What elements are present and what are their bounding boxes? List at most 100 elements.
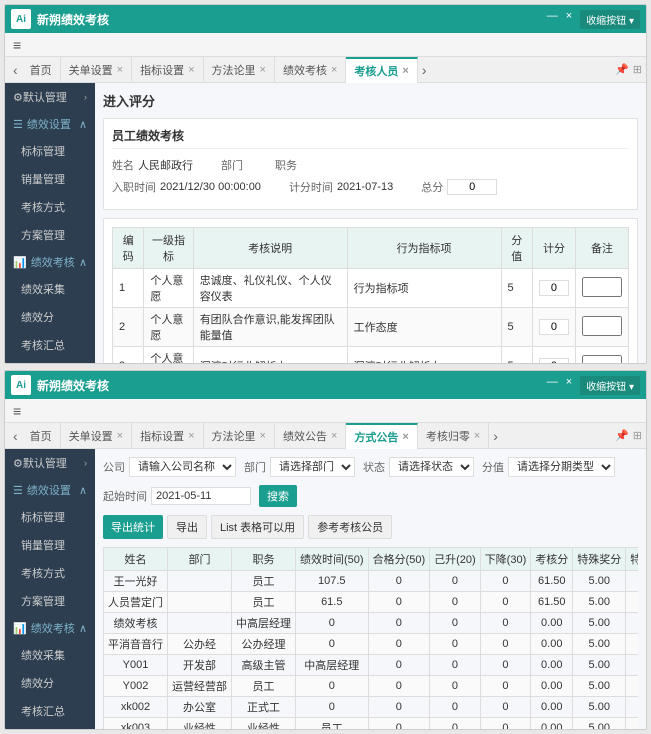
tab-2-1[interactable]: 关单设置 × — [61, 423, 132, 449]
minimize-btn-1[interactable]: — — [547, 10, 558, 29]
tab-pin-1[interactable]: 📌 — [615, 63, 629, 76]
table-cell: 员工 — [232, 592, 296, 613]
sidebar-item-fangan-2[interactable]: 方案管理 — [5, 587, 95, 615]
score-calc-input[interactable] — [539, 280, 569, 296]
tab-close-2-2[interactable]: × — [188, 430, 194, 442]
tab-prev-2[interactable]: ‹ — [9, 428, 22, 444]
sidebar-item-biaobiao-1[interactable]: 标标管理 — [5, 137, 95, 165]
sidebar-item-jixiaofen-2[interactable]: 绩效分 — [5, 669, 95, 697]
tab-pin-2[interactable]: 📌 — [615, 429, 629, 442]
close-btn-1[interactable]: × — [566, 10, 572, 29]
sidebar-item-xiaoliang-1[interactable]: 销量管理 — [5, 165, 95, 193]
date-search-input-2[interactable] — [151, 487, 251, 505]
tab-close-1-4[interactable]: × — [331, 64, 337, 76]
tab-1-2[interactable]: 指标设置 × — [132, 57, 203, 83]
remark-textarea[interactable] — [582, 277, 622, 297]
score-calc-input[interactable] — [539, 319, 569, 335]
export-stat-btn-2[interactable]: 导出统计 — [103, 515, 163, 539]
tab-close-1-3[interactable]: × — [260, 64, 266, 76]
table-cell: 0.00 — [626, 655, 638, 676]
sidebar-item-kaohejl-2[interactable]: 考核记录 — [5, 725, 95, 729]
tab-1-1[interactable]: 关单设置 × — [61, 57, 132, 83]
tab-prev-1[interactable]: ‹ — [9, 62, 22, 78]
tab-close-2-1[interactable]: × — [117, 430, 123, 442]
tab-home-2[interactable]: 首页 — [22, 423, 61, 449]
cell-desc: 深渡对行业解析力 — [193, 347, 347, 364]
tab-1-4[interactable]: 绩效考核 × — [275, 57, 346, 83]
tab-close-2-6[interactable]: × — [474, 430, 480, 442]
tab-close-1-2[interactable]: × — [188, 64, 194, 76]
tab-close-1-5[interactable]: × — [402, 65, 408, 77]
cell-behavior: 深渡对行业解析力 — [347, 347, 501, 364]
tab-expand-2[interactable]: ⊞ — [633, 429, 642, 442]
dept-search-select-2[interactable]: 请选择部门 — [270, 457, 355, 477]
sidebar-group-perf-settings-1[interactable]: ☰ 绩效设置 ∧ — [5, 111, 95, 137]
tab-1-3[interactable]: 方法论里 × — [204, 57, 275, 83]
sidebar-item-fangan-1[interactable]: 方案管理 — [5, 221, 95, 249]
tab-next-2[interactable]: › — [489, 428, 502, 444]
btn-group-2: 导出统计 导出 List 表格可以用 参考考核公员 — [103, 515, 638, 539]
tab-close-1-1[interactable]: × — [117, 64, 123, 76]
table-cell: xk003 — [104, 718, 168, 730]
sidebar-group-jixiao-1[interactable]: 📊 绩效考核 ∧ — [5, 249, 95, 275]
tab-close-2-3[interactable]: × — [260, 430, 266, 442]
sidebar-item-xiaoliang-2[interactable]: 销量管理 — [5, 531, 95, 559]
tab-next-1[interactable]: › — [418, 62, 431, 78]
sidebar-item-kaohe-1[interactable]: 考核方式 — [5, 193, 95, 221]
table-row: 1 个人意愿 忠诚度、礼仪礼仪、个人仪容仪表 行为指标项 5 — [113, 269, 629, 308]
tab-2-5[interactable]: 方式公告 × — [346, 423, 417, 449]
sidebar-item-biaobiao-2[interactable]: 标标管理 — [5, 503, 95, 531]
list-use-btn-2[interactable]: List 表格可以用 — [211, 515, 304, 539]
menu-icon-2[interactable]: ≡ — [13, 403, 21, 419]
table-header: 己升(20) — [430, 548, 481, 571]
remark-textarea[interactable] — [582, 355, 622, 364]
export-btn-2[interactable]: 导出 — [167, 515, 207, 539]
close-btn-2[interactable]: × — [566, 376, 572, 395]
sidebar-item-jixiaofen-1[interactable]: 绩效分 — [5, 303, 95, 331]
sidebar-item-kaohejl-1[interactable]: 考核记录 — [5, 359, 95, 363]
tab-expand-1[interactable]: ⊞ — [633, 63, 642, 76]
table-header: 合格分(50) — [368, 548, 430, 571]
status-search-select-2[interactable]: 请选择状态 — [389, 457, 474, 477]
table-cell: 0.00 — [626, 718, 638, 730]
cell-remark — [575, 347, 628, 364]
tab-2-2[interactable]: 指标设置 × — [132, 423, 203, 449]
tab-2-6[interactable]: 考核归零 × — [418, 423, 489, 449]
table-cell: 0.00 — [531, 676, 573, 697]
score-calc-input[interactable] — [539, 358, 569, 363]
sidebar-item-jixiao-collect-1[interactable]: 绩效采集 — [5, 275, 95, 303]
sidebar-item-default-2[interactable]: ⚙ 默认管理 › — [5, 449, 95, 477]
toolbar-1: ≡ — [5, 33, 646, 57]
company-search-select-2[interactable]: 请输入公司名称 — [129, 457, 236, 477]
user-menu-2[interactable]: 收缩按钮 ▾ — [580, 376, 640, 395]
sidebar-item-kaohe-2[interactable]: 考核方式 — [5, 559, 95, 587]
sidebar-item-kaohehz-1[interactable]: 考核汇总 — [5, 331, 95, 359]
tab-home-1[interactable]: 首页 — [22, 57, 61, 83]
total-input-1[interactable] — [447, 179, 497, 195]
menu-icon-1[interactable]: ≡ — [13, 37, 21, 53]
minimize-btn-2[interactable]: — — [547, 376, 558, 395]
content-2: 公司 请输入公司名称 部门 请选择部门 状态 请选择状态 — [95, 449, 646, 729]
search-button-2[interactable]: 搜索 — [259, 485, 297, 507]
sidebar-2: ⚙ 默认管理 › ☰ 绩效设置 ∧ 标标管理 销量管理 考核方式 方案管理 — [5, 449, 95, 729]
sidebar-group-jixiao-2[interactable]: 📊 绩效考核 ∧ — [5, 615, 95, 641]
user-menu-1[interactable]: 收缩按钮 ▾ — [580, 10, 640, 29]
tab-close-2-4[interactable]: × — [331, 430, 337, 442]
table-header: 下降(30) — [480, 548, 531, 571]
sidebar-group-perf-settings-2[interactable]: ☰ 绩效设置 ∧ — [5, 477, 95, 503]
tab-close-2-5[interactable]: × — [402, 431, 408, 443]
tab-2-4[interactable]: 绩效公告 × — [275, 423, 346, 449]
remark-textarea[interactable] — [582, 316, 622, 336]
form-card-1: 员工绩效考核 姓名 人民邮政行 部门 职务 — [103, 118, 638, 210]
tab-2-3[interactable]: 方法论里 × — [204, 423, 275, 449]
sidebar-item-jixiao-collect-2[interactable]: 绩效采集 — [5, 641, 95, 669]
tab-bar-1: ‹ 首页 关单设置 × 指标设置 × 方法论里 × 绩效考核 × 考核人员 × … — [5, 57, 646, 83]
period-search-select-2[interactable]: 请选择分期类型 — [508, 457, 615, 477]
sidebar-item-default-1[interactable]: ⚙ 默认管理 › — [5, 83, 95, 111]
table-cell: 0 — [480, 676, 531, 697]
ref-kaohe-btn-2[interactable]: 参考考核公员 — [308, 515, 392, 539]
sidebar-item-kaohehz-2[interactable]: 考核汇总 — [5, 697, 95, 725]
tab-1-5[interactable]: 考核人员 × — [346, 57, 417, 83]
group-arrow2-1: ∧ — [79, 256, 87, 269]
table-cell: 0 — [368, 718, 430, 730]
